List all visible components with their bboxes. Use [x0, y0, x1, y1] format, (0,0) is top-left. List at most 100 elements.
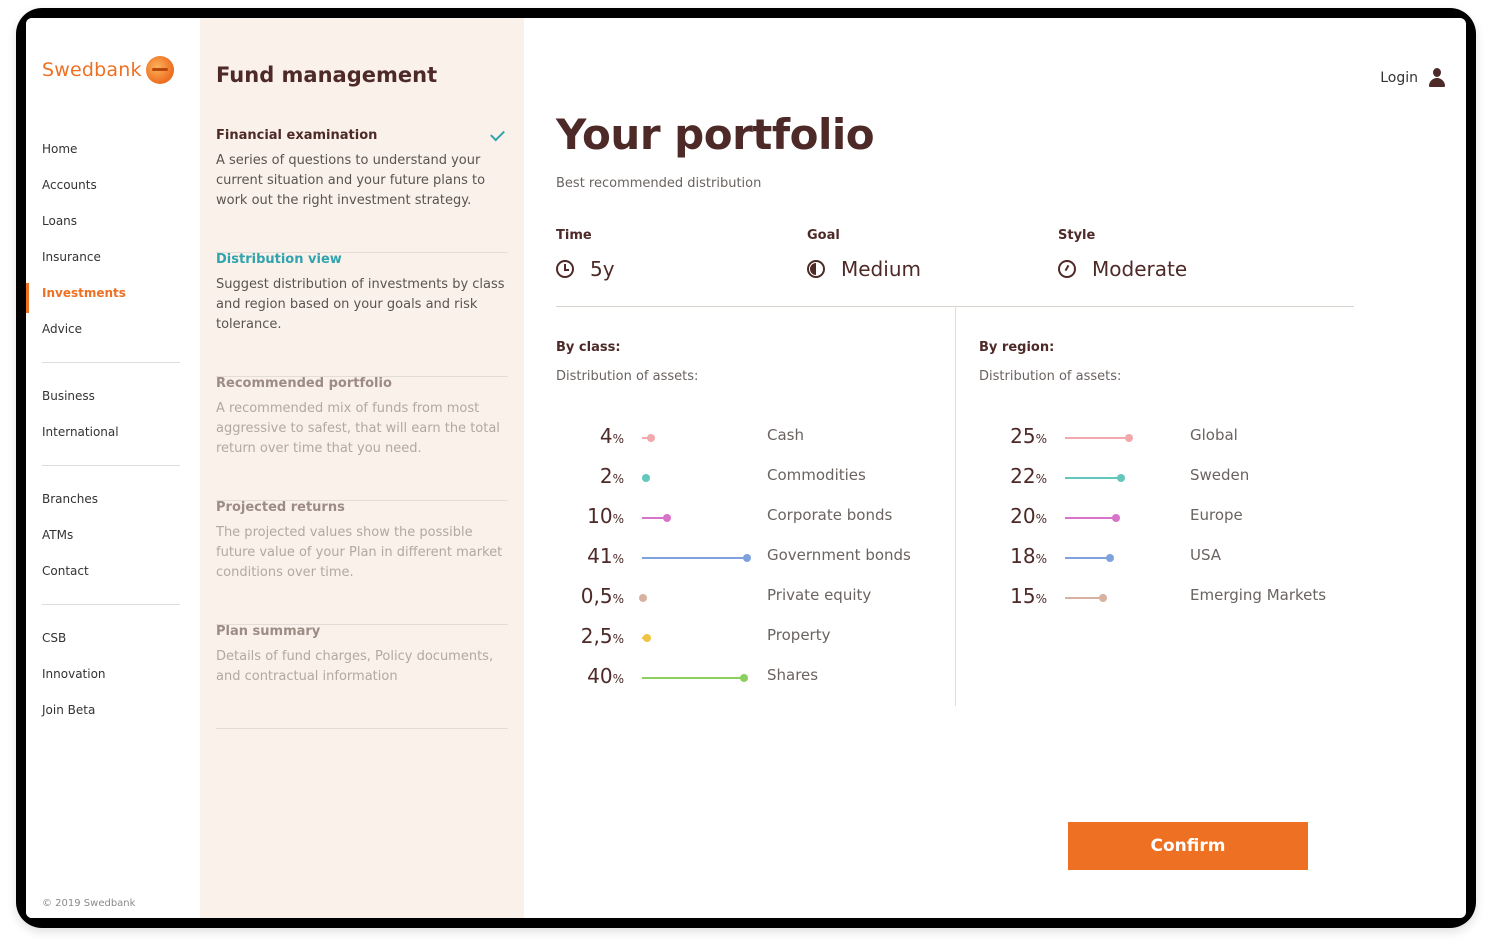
percentage-value: 41%	[556, 544, 624, 568]
asset-label: Shares	[767, 666, 819, 684]
distribution-row: 0,5% Private equity	[556, 580, 956, 620]
confirm-button[interactable]: Confirm	[1068, 822, 1308, 870]
nav-item-contact[interactable]: Contact	[26, 553, 200, 589]
percentage-value: 0,5%	[556, 584, 624, 608]
nav-item-international[interactable]: International	[26, 414, 200, 450]
step-title: Recommended portfolio	[216, 376, 392, 391]
by-class-title: By class:	[556, 340, 621, 355]
portfolio-main: Login Your portfolio Best recommended di…	[524, 18, 1466, 918]
asset-label: Commodities	[767, 466, 866, 484]
swedbank-oak-icon	[145, 56, 174, 84]
nav-item-innovation[interactable]: Innovation	[26, 656, 200, 692]
percentage-number: 0,5	[580, 584, 613, 608]
percent-sign: %	[612, 632, 624, 646]
fund-management-steps: Fund management Financial examination A s…	[200, 18, 524, 918]
fact-goal-value: Medium	[841, 257, 921, 281]
asset-label: Global	[1190, 426, 1238, 444]
distribution-row: 25% Global	[979, 420, 1379, 460]
distribution-row: 10% Corporate bonds	[556, 500, 956, 540]
percentage-number: 40	[587, 664, 613, 688]
fact-time: Time 5y	[556, 228, 615, 281]
distribution-row: 18% USA	[979, 540, 1379, 580]
distribution-row: 2,5% Property	[556, 620, 956, 660]
percent-sign: %	[612, 472, 624, 486]
page-title: Your portfolio	[556, 110, 875, 159]
bar-end-dot	[647, 434, 655, 442]
fact-style-label: Style	[1058, 228, 1096, 243]
portfolio-facts: Time 5y Goal Medium Style Moderate	[556, 228, 1354, 307]
asset-label: Property	[767, 626, 831, 644]
percentage-value: 15%	[979, 584, 1047, 608]
step-projected-returns[interactable]: Projected returns The projected values sh…	[216, 500, 508, 625]
clock-icon	[556, 260, 574, 278]
nav-item-home[interactable]: Home	[26, 131, 200, 167]
nav-item-atms[interactable]: ATMs	[26, 517, 200, 553]
step-title: Projected returns	[216, 500, 345, 515]
distribution-bar	[1065, 554, 1114, 562]
by-region-title: By region:	[979, 340, 1055, 355]
percent-sign: %	[612, 432, 624, 446]
distribution-bar	[642, 554, 751, 562]
nav-item-loans[interactable]: Loans	[26, 203, 200, 239]
percent-sign: %	[612, 672, 624, 686]
bar-end-dot	[663, 514, 671, 522]
bar-end-dot	[1106, 554, 1114, 562]
distribution-row: 40% Shares	[556, 660, 956, 700]
nav-item-accounts[interactable]: Accounts	[26, 167, 200, 203]
percentage-value: 18%	[979, 544, 1047, 568]
gauge-icon	[1058, 260, 1076, 278]
asset-label: Private equity	[767, 586, 872, 604]
asset-label: USA	[1190, 546, 1222, 564]
distribution-bar	[642, 674, 748, 682]
percentage-value: 22%	[979, 464, 1047, 488]
asset-label: Cash	[767, 426, 804, 444]
asset-label: Corporate bonds	[767, 506, 893, 524]
step-distribution-view[interactable]: Distribution view Suggest distribution of…	[216, 252, 508, 377]
bar-end-dot	[639, 594, 647, 602]
step-description: A recommended mix of funds from most agg…	[216, 401, 500, 456]
percentage-value: 20%	[979, 504, 1047, 528]
distribution-bar	[642, 634, 651, 642]
distribution-by-class: By class: Distribution of assets: 4% Cash…	[556, 340, 911, 688]
nav-item-csb[interactable]: CSB	[26, 620, 200, 656]
brand-name: Swedbank	[42, 59, 142, 81]
nav-divider	[42, 604, 180, 605]
step-description: Suggest distribution of investments by c…	[216, 277, 505, 332]
step-description: The projected values show the possible f…	[216, 525, 503, 580]
percentage-value: 25%	[979, 424, 1047, 448]
distribution-row: 4% Cash	[556, 420, 956, 460]
percentage-value: 2,5%	[556, 624, 624, 648]
swedbank-logo[interactable]: Swedbank	[42, 56, 174, 84]
nav-item-investments[interactable]: Investments	[26, 275, 200, 313]
nav-divider	[42, 465, 180, 466]
nav-item-branches[interactable]: Branches	[26, 481, 200, 517]
percentage-number: 2,5	[580, 624, 613, 648]
bar-end-dot	[1125, 434, 1133, 442]
distribution-bar	[642, 474, 650, 482]
percentage-number: 25	[1010, 424, 1036, 448]
nav-item-join-beta[interactable]: Join Beta	[26, 692, 200, 728]
login-label: Login	[1380, 70, 1418, 86]
fact-time-label: Time	[556, 228, 592, 243]
device-frame: Swedbank Home Accounts Loans Insurance Inves…	[16, 8, 1476, 928]
steps-title: Fund management	[216, 63, 438, 87]
step-financial-examination[interactable]: Financial examination A series of questio…	[216, 126, 508, 253]
distribution-bar	[1065, 594, 1107, 602]
nav-item-insurance[interactable]: Insurance	[26, 239, 200, 275]
bar-end-dot	[743, 554, 751, 562]
nav-item-advice[interactable]: Advice	[26, 311, 200, 347]
step-plan-summary[interactable]: Plan summary Details of fund charges, Pol…	[216, 624, 508, 729]
percentage-number: 20	[1010, 504, 1036, 528]
login-link[interactable]: Login	[1380, 68, 1446, 88]
step-title: Financial examination	[216, 128, 378, 143]
percent-sign: %	[1035, 472, 1047, 486]
copyright: © 2019 Swedbank	[42, 898, 136, 909]
percentage-value: 10%	[556, 504, 624, 528]
distribution-bar	[1065, 514, 1120, 522]
percentage-value: 40%	[556, 664, 624, 688]
by-region-subtitle: Distribution of assets:	[979, 369, 1122, 384]
distribution-row: 22% Sweden	[979, 460, 1379, 500]
bar-end-dot	[1099, 594, 1107, 602]
step-recommended-portfolio[interactable]: Recommended portfolio A recommended mix o…	[216, 376, 508, 501]
nav-item-business[interactable]: Business	[26, 378, 200, 414]
